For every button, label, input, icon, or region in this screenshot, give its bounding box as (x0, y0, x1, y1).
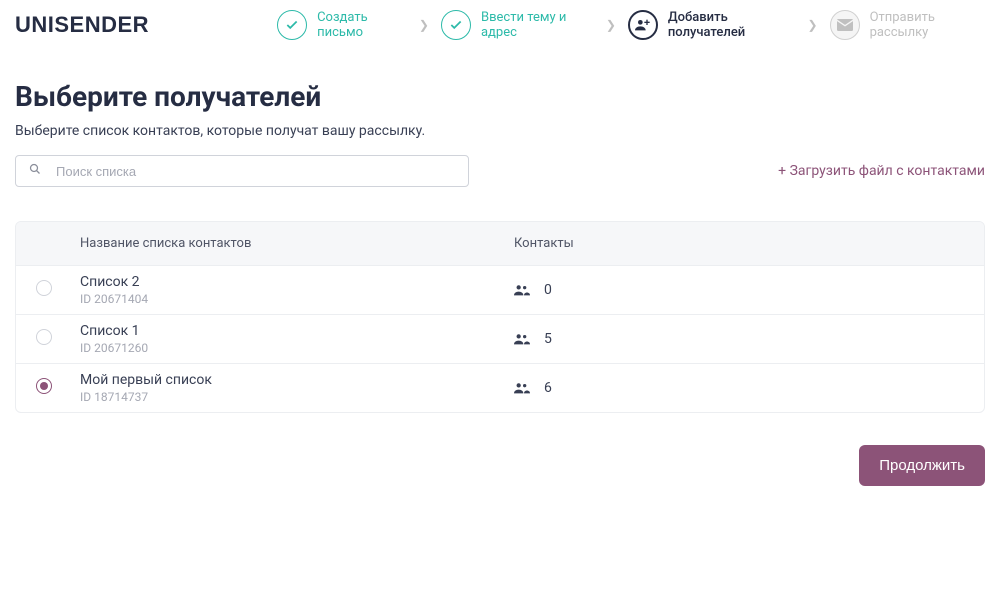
chevron-right-icon: ❯ (806, 18, 820, 32)
people-icon (514, 284, 530, 296)
table-row[interactable]: Список 2 ID 20671404 0 (16, 265, 984, 314)
list-id: ID 20671260 (80, 341, 514, 355)
list-name: Мой первый список (80, 372, 514, 388)
step-subject-address[interactable]: Ввести тему и адрес (441, 10, 594, 40)
search-input[interactable] (15, 155, 469, 187)
step-label: Создать письмо (317, 10, 407, 40)
header-contacts: Контакты (514, 236, 964, 251)
search-box (15, 155, 469, 187)
step-label: Добавить получателей (668, 10, 796, 40)
table-row[interactable]: Мой первый список ID 18714737 6 (16, 363, 984, 412)
contacts-count: 5 (544, 331, 552, 347)
page-title: Выберите получателей (15, 80, 985, 113)
contact-lists-table: Название списка контактов Контакты Списо… (15, 221, 985, 413)
list-id: ID 18714737 (80, 390, 514, 404)
progress-stepper: Создать письмо ❯ Ввести тему и адрес ❯ Д… (277, 10, 985, 40)
list-radio[interactable] (36, 378, 52, 394)
step-add-recipients[interactable]: Добавить получателей (628, 10, 796, 40)
step-label: Отправить рассылку (870, 10, 985, 40)
header-name: Название списка контактов (80, 236, 514, 251)
brand-logo[interactable]: UNISENDER (15, 12, 149, 38)
page-subtitle: Выберите список контактов, которые получ… (15, 123, 985, 139)
list-id: ID 20671404 (80, 292, 514, 306)
chevron-right-icon: ❯ (604, 18, 618, 32)
chevron-right-icon: ❯ (417, 18, 431, 32)
list-name: Список 2 (80, 274, 514, 290)
list-name: Список 1 (80, 323, 514, 339)
search-icon (29, 163, 41, 179)
list-radio[interactable] (36, 329, 52, 345)
list-radio[interactable] (36, 280, 52, 296)
people-add-icon (628, 10, 658, 40)
table-row[interactable]: Список 1 ID 20671260 5 (16, 314, 984, 363)
check-icon (277, 10, 307, 40)
step-send: Отправить рассылку (830, 10, 985, 40)
upload-contacts-link[interactable]: + Загрузить файл с контактами (778, 163, 985, 179)
people-icon (514, 333, 530, 345)
check-icon (441, 10, 471, 40)
continue-button[interactable]: Продолжить (859, 445, 985, 486)
contacts-count: 6 (544, 380, 552, 396)
people-icon (514, 382, 530, 394)
step-create-letter[interactable]: Создать письмо (277, 10, 407, 40)
mail-icon (830, 10, 860, 40)
step-label: Ввести тему и адрес (481, 10, 594, 40)
contacts-count: 0 (544, 282, 552, 298)
table-header: Название списка контактов Контакты (16, 222, 984, 265)
